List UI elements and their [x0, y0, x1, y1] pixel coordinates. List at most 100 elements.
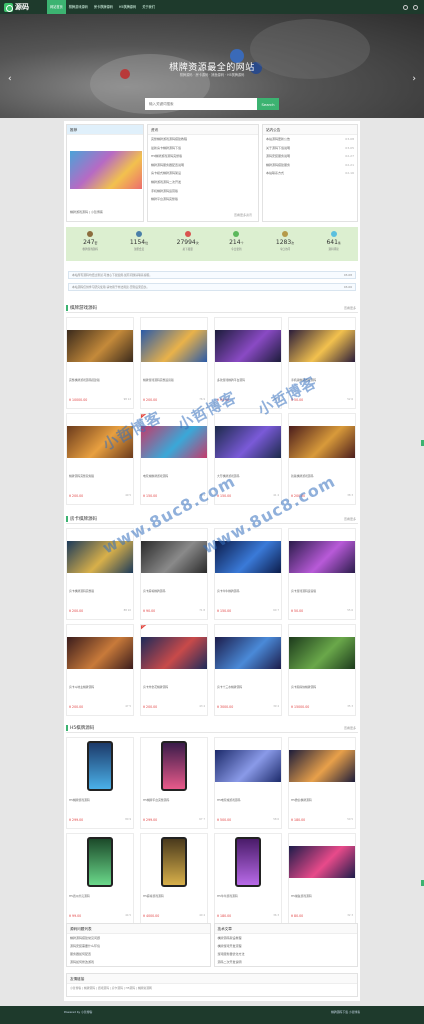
nav-item[interactable]: H5棋牌源码 [116, 0, 139, 14]
product-card[interactable]: 手机版棋牌游戏源码 ¥ 50.00 52 6 [288, 317, 356, 409]
news-item[interactable]: H5棋牌游戏源码完整版 [148, 152, 258, 161]
news-item[interactable]: 棋牌平台源码完整版 [148, 195, 258, 204]
news-item[interactable]: 棋牌游戏源码二次开发 [148, 178, 258, 187]
article-item[interactable]: 游戏服务器优化方法 [215, 950, 358, 958]
product-thumbnail[interactable] [215, 750, 281, 782]
faq-item[interactable]: 服务器如何配置 [67, 950, 210, 958]
product-thumbnail[interactable] [289, 541, 355, 573]
search-button[interactable]: Search [257, 98, 279, 110]
section-more-link[interactable]: 查看更多 [344, 517, 358, 521]
product-name[interactable]: H5捕鱼游戏源码 [291, 894, 353, 902]
product-thumbnail[interactable] [289, 750, 355, 782]
product-name[interactable]: 手机版棋牌游戏源码 [291, 378, 353, 386]
product-name[interactable]: H5麻将游戏源码 [143, 894, 205, 902]
news-item-title[interactable]: 棋牌平台源码完整版 [151, 195, 178, 204]
product-name[interactable]: 电玩城棋牌游戏源码 [143, 474, 205, 482]
product-name[interactable]: 完整棋牌游戏源码搭建版 [69, 378, 131, 386]
product-thumbnail[interactable] [67, 637, 133, 669]
product-name[interactable]: 房卡炸金花棋牌源码 [143, 685, 205, 693]
notice-item-title[interactable]: 棋牌源码搭建服务 [266, 161, 290, 170]
product-thumbnail[interactable] [67, 426, 133, 458]
product-thumbnail[interactable] [215, 834, 281, 890]
faq-item[interactable]: 源码如何修改游戏 [67, 958, 210, 966]
product-name[interactable]: 房卡棋牌源码完整版 [69, 589, 131, 597]
product-thumbnail[interactable] [67, 541, 133, 573]
notice-item-title[interactable]: 本站源码更新公告 [266, 135, 290, 144]
featured-image[interactable] [70, 151, 142, 189]
news-item-title[interactable]: 最新房卡棋牌源码下载 [151, 144, 181, 153]
product-card[interactable]: 房卡牛牛棋牌源码 ¥ 150.00 60 7 [214, 528, 282, 620]
product-card[interactable]: 房卡跑得快棋牌源码 ¥ 15000.00 35 3 [288, 624, 356, 716]
notice-item[interactable]: 棋牌源码搭建服务 02-21 [263, 161, 357, 170]
section-title[interactable]: 房卡棋牌源码 [66, 515, 97, 522]
product-thumbnail[interactable] [141, 738, 207, 794]
notice-item[interactable]: 源码安装服务说明 02-27 [263, 152, 357, 161]
announcement-text[interactable]: 本站源码仅供学习研究使用,请勿用于非法用途,否则后果自负。 [72, 284, 149, 290]
product-card[interactable]: 棋牌游戏源码完整运营版 ¥ 200.00 76 9 [140, 317, 208, 409]
product-thumbnail[interactable] [141, 541, 207, 573]
product-card[interactable]: H5麻将游戏源码 ¥ 4000.00 40 4 [140, 833, 208, 925]
product-card[interactable]: 房卡麻将棋牌源码 ¥ 90.00 71 8 [140, 528, 208, 620]
news-item[interactable]: 手机棋牌源码运营版 [148, 187, 258, 196]
product-name[interactable]: 棋牌源码完整双端版 [69, 474, 131, 482]
product-name[interactable]: H5棋牌游戏源码 [69, 798, 131, 806]
product-card[interactable]: 房卡棋牌源码完整版 ¥ 200.00 88 10 [66, 528, 134, 620]
search-input[interactable] [145, 98, 257, 110]
announcement-bar[interactable]: 本站源码仅供学习研究使用,请勿用于非法用途,否则后果自负。 03-06 [68, 283, 356, 291]
product-card[interactable]: 新版棋牌游戏源码 ¥ 200.00 38 3 [288, 413, 356, 505]
product-thumbnail[interactable] [67, 738, 133, 794]
product-name[interactable]: 棋牌游戏源码完整运营版 [143, 378, 205, 386]
product-name[interactable]: 大厅棋牌游戏源码 [217, 474, 279, 482]
product-name[interactable]: 房卡跑得快棋牌源码 [291, 685, 353, 693]
section-more-link[interactable]: 查看更多 [344, 726, 358, 730]
product-thumbnail[interactable] [289, 330, 355, 362]
nav-item[interactable]: 网站首页 [47, 0, 66, 14]
faq-item[interactable]: 源码安装需要什么环境 [67, 942, 210, 950]
notice-item-title[interactable]: 本站联系方式 [266, 169, 284, 178]
notice-item[interactable]: 本站源码更新公告 03-08 [263, 135, 357, 144]
news-item[interactable]: 最新房卡棋牌源码下载 [148, 144, 258, 153]
product-card[interactable]: 完整棋牌游戏源码搭建版 ¥ 10000.00 98 12 [66, 317, 134, 409]
notice-item-title[interactable]: 关于源码下载说明 [266, 144, 290, 153]
product-card[interactable]: H5棋牌平台完整源码 ¥ 299.00 67 7 [140, 737, 208, 829]
news-item-title[interactable]: 房卡模式棋牌源码架设 [151, 169, 181, 178]
news-item[interactable]: 棋牌源码服务器配置说明 [148, 161, 258, 170]
product-card[interactable]: H5德州扑克源码 ¥ 99.00 44 5 [66, 833, 134, 925]
news-item-title[interactable]: H5棋牌游戏源码完整版 [151, 152, 182, 161]
product-card[interactable]: H5捕鱼游戏源码 ¥ 80.00 32 3 [288, 833, 356, 925]
notice-item[interactable]: 本站联系方式 02-16 [263, 169, 357, 178]
featured-caption[interactable]: 棋牌游戏源码 | 小哲博客 [70, 210, 103, 214]
product-name[interactable]: 房卡游戏源码运营版 [291, 589, 353, 597]
announcement-text[interactable]: 本站所有源码均经过测试,可放心下载使用,如有问题请联系客服。 [72, 272, 152, 278]
product-thumbnail[interactable] [67, 330, 133, 362]
product-card[interactable]: 多款游戏棋牌平台源码 ¥ 90.00 65 8 [214, 317, 282, 409]
nav-item[interactable]: 关于我们 [139, 0, 158, 14]
product-card[interactable]: H5棋牌游戏源码 ¥ 299.00 80 9 [66, 737, 134, 829]
user-icon[interactable] [413, 4, 418, 10]
news-item-title[interactable]: 棋牌游戏源码二次开发 [151, 178, 181, 187]
product-thumbnail[interactable] [289, 426, 355, 458]
news-item-title[interactable]: 手机棋牌源码运营版 [151, 187, 178, 196]
section-title[interactable]: 棋牌游戏源码 [66, 304, 97, 311]
product-card[interactable]: 房卡斗地主棋牌源码 ¥ 200.00 47 5 [66, 624, 134, 716]
product-name[interactable]: H5德州扑克源码 [69, 894, 131, 902]
product-card[interactable]: 大厅棋牌游戏源码 ¥ 150.00 41 4 [214, 413, 282, 505]
product-card[interactable]: H5微信棋牌源码 ¥ 180.00 50 5 [288, 737, 356, 829]
section-more-link[interactable]: 查看更多 [344, 306, 358, 310]
news-more-link[interactable]: 查看更多资讯 [234, 213, 252, 217]
product-thumbnail[interactable] [67, 834, 133, 890]
product-card[interactable]: 房卡游戏源码运营版 ¥ 50.00 55 6 [288, 528, 356, 620]
search-icon[interactable] [403, 4, 408, 10]
product-thumbnail[interactable] [141, 426, 207, 458]
product-name[interactable]: 新版棋牌游戏源码 [291, 474, 353, 482]
product-card[interactable]: 棋牌源码完整双端版 ¥ 200.00 49 5 [66, 413, 134, 505]
news-item[interactable]: 完整棋牌游戏源码搭建教程 [148, 135, 258, 144]
product-thumbnail[interactable] [215, 637, 281, 669]
site-logo[interactable]: 源码 [0, 0, 33, 14]
notice-item-title[interactable]: 源码安装服务说明 [266, 152, 290, 161]
announcement-bar[interactable]: 本站所有源码均经过测试,可放心下载使用,如有问题请联系客服。 03-08 [68, 271, 356, 279]
section-title[interactable]: H5棋牌源码 [66, 724, 94, 731]
product-name[interactable]: H5棋牌平台完整源码 [143, 798, 205, 806]
news-item-title[interactable]: 棋牌源码服务器配置说明 [151, 161, 184, 170]
notice-item[interactable]: 关于源码下载说明 03-05 [263, 144, 357, 153]
